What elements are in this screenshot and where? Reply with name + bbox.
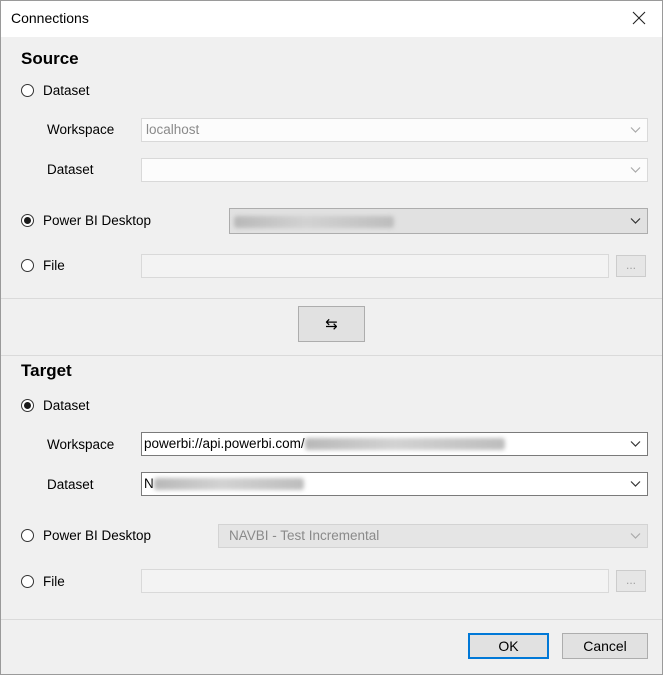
source-dataset-label: Dataset [47, 162, 94, 177]
source-workspace-select[interactable]: localhost [141, 118, 648, 142]
title-bar: Connections [1, 1, 662, 37]
redacted-text [304, 438, 505, 451]
source-heading: Source [21, 49, 79, 68]
source-dataset-radio[interactable]: Dataset [21, 83, 90, 98]
target-workspace-select[interactable]: powerbi://api.powerbi.com/ [141, 432, 648, 456]
target-file-radio-label: File [43, 574, 65, 589]
target-pbi-desktop-radio-label: Power BI Desktop [43, 528, 152, 543]
target-file-radio[interactable]: File [21, 574, 65, 589]
radio-circle [21, 575, 34, 588]
radio-circle [21, 259, 34, 272]
target-file-path-input[interactable] [141, 569, 609, 593]
divider [1, 355, 662, 356]
close-button[interactable] [616, 1, 662, 35]
target-pbi-desktop-radio[interactable]: Power BI Desktop [21, 528, 151, 543]
chevron-down-icon [630, 218, 641, 224]
swap-source-target-button[interactable]: ⇆ [298, 306, 365, 342]
target-dataset-radio-label: Dataset [43, 398, 90, 413]
radio-circle-checked [21, 214, 34, 227]
source-workspace-value: localhost [146, 122, 200, 137]
target-dataset-radio[interactable]: Dataset [21, 398, 90, 413]
source-dataset-radio-label: Dataset [43, 83, 90, 98]
close-icon [632, 11, 646, 25]
target-workspace-url: powerbi://api.powerbi.com/ [144, 436, 305, 451]
target-workspace-value: powerbi://api.powerbi.com/ [144, 436, 505, 451]
divider [1, 619, 662, 620]
radio-circle-checked [21, 399, 34, 412]
target-dataset-select[interactable]: N [141, 472, 648, 496]
target-dataset-text: N [144, 476, 154, 491]
source-dataset-select[interactable] [141, 158, 648, 182]
swap-arrows-icon: ⇆ [325, 316, 338, 333]
chevron-down-icon [630, 481, 641, 487]
radio-circle [21, 529, 34, 542]
divider [1, 298, 662, 299]
target-pbi-desktop-value: NAVBI - Test Incremental [229, 528, 380, 543]
connections-dialog: Connections Source Dataset Workspace loc… [0, 0, 663, 675]
source-pbi-desktop-value [234, 214, 394, 229]
cancel-button[interactable]: Cancel [562, 633, 648, 659]
source-file-radio[interactable]: File [21, 258, 65, 273]
redacted-text [153, 478, 304, 491]
source-pbi-desktop-radio-label: Power BI Desktop [43, 213, 152, 228]
ok-button[interactable]: OK [468, 633, 549, 659]
source-file-radio-label: File [43, 258, 65, 273]
target-file-browse-button[interactable]: ... [616, 570, 646, 592]
source-file-browse-button[interactable]: ... [616, 255, 646, 277]
chevron-down-icon [630, 127, 641, 133]
radio-circle [21, 84, 34, 97]
source-file-path-input[interactable] [141, 254, 609, 278]
target-heading: Target [21, 361, 72, 380]
redacted-text [234, 216, 394, 229]
target-workspace-label: Workspace [47, 437, 115, 452]
chevron-down-icon [630, 533, 641, 539]
target-pbi-desktop-select[interactable]: NAVBI - Test Incremental [218, 524, 648, 548]
chevron-down-icon [630, 167, 641, 173]
window-title: Connections [11, 10, 89, 26]
source-pbi-desktop-select[interactable] [229, 208, 648, 234]
chevron-down-icon [630, 441, 641, 447]
source-workspace-label: Workspace [47, 122, 115, 137]
source-pbi-desktop-radio[interactable]: Power BI Desktop [21, 213, 151, 228]
target-dataset-label: Dataset [47, 477, 94, 492]
target-dataset-value: N [144, 476, 304, 491]
